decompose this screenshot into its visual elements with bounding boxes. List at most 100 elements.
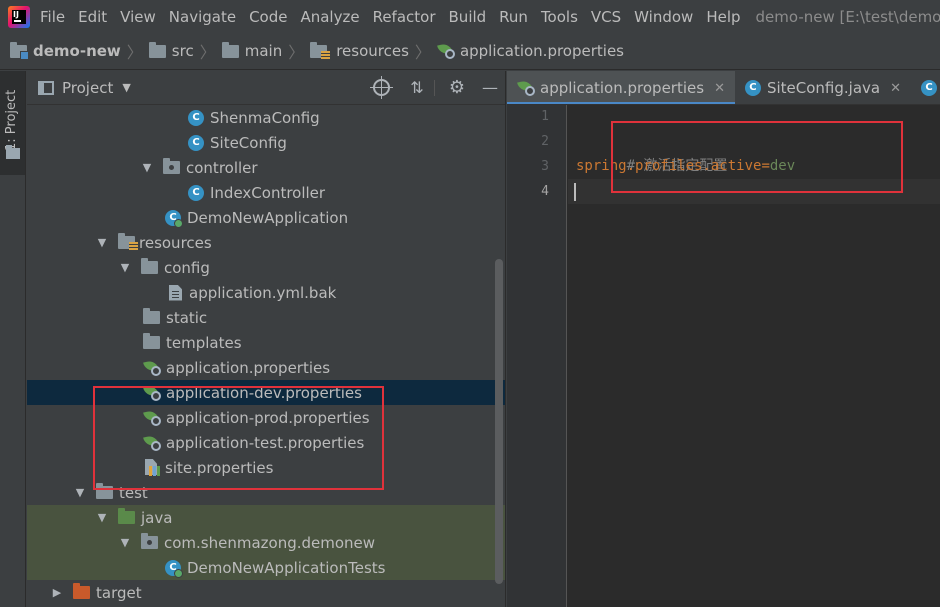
tree-item-label: SiteConfig [210, 133, 287, 152]
expand-arrow-icon[interactable]: ▼ [96, 236, 108, 249]
menu-analyze[interactable]: Analyze [300, 8, 359, 26]
breadcrumb-main-label: main [244, 42, 283, 60]
breadcrumb-main[interactable]: main [221, 41, 283, 60]
tree-item[interactable]: ▼ java [27, 505, 505, 530]
collapse-all-icon[interactable]: ⇅ [408, 79, 426, 97]
project-view-selector[interactable]: Project [62, 79, 113, 97]
expand-arrow-icon[interactable]: ▼ [119, 536, 131, 549]
spring-properties-icon [143, 434, 161, 451]
package-icon [141, 533, 158, 549]
project-tool-button[interactable]: 1: Project [0, 71, 25, 175]
expand-arrow-icon[interactable]: ▼ [74, 486, 86, 499]
tree-item[interactable]: ▼ com.shenmazong.demonew [27, 530, 505, 555]
header-divider [434, 80, 435, 96]
breadcrumb-resources-label: resources [336, 42, 409, 60]
window-title: demo-new [E:\test\demo-new] [755, 7, 940, 26]
tree-item-label: com.shenmazong.demonew [164, 533, 376, 552]
expand-arrow-icon[interactable]: ▼ [96, 511, 108, 524]
folder-icon [221, 41, 239, 58]
tree-item-label: IndexController [210, 183, 326, 202]
menu-file[interactable]: File [40, 8, 65, 26]
tree-item-label: DemoNewApplication [187, 208, 349, 227]
tree-item[interactable]: C DemoNewApplication [27, 205, 505, 230]
spring-properties-icon [143, 384, 161, 401]
menu-refactor[interactable]: Refactor [373, 8, 436, 26]
line-number-gutter: 1 2 3 4 [507, 105, 567, 607]
menu-tools[interactable]: Tools [541, 8, 578, 26]
expand-arrow-icon[interactable]: ▼ [119, 261, 131, 274]
tree-item[interactable]: application.yml.bak [27, 280, 505, 305]
tree-item[interactable]: ▶ target [27, 580, 505, 605]
folder-icon [143, 333, 160, 349]
tree-item-label: static [166, 308, 208, 327]
tree-item[interactable]: ▼ config [27, 255, 505, 280]
tree-item[interactable]: application-test.properties [27, 430, 505, 455]
tree-item-label: config [164, 258, 210, 277]
tree-item[interactable]: static [27, 305, 505, 330]
breadcrumb-separator: 〉 [126, 43, 143, 62]
tree-item-label: ShenmaConfig [210, 108, 320, 127]
menu-navigate[interactable]: Navigate [169, 8, 236, 26]
breadcrumb-file[interactable]: application.properties [437, 42, 624, 60]
menu-edit[interactable]: Edit [78, 8, 107, 26]
tree-item[interactable]: ▼ controller [27, 155, 505, 180]
tree-item[interactable]: site.properties [27, 455, 505, 480]
breadcrumb-src[interactable]: src [148, 41, 194, 60]
folder-icon [6, 145, 20, 159]
menu-build[interactable]: Build [449, 8, 487, 26]
close-icon[interactable]: ✕ [890, 81, 901, 96]
tree-item-label: resources [139, 233, 212, 252]
tree-item[interactable]: templates [27, 330, 505, 355]
menu-window[interactable]: Window [634, 8, 693, 26]
tree-item[interactable]: application.properties [27, 355, 505, 380]
code-editor[interactable]: # 激活指定配置 spring.profiles.active=dev [568, 105, 940, 607]
line-number: 1 [541, 109, 549, 124]
tree-item[interactable]: ▼ test [27, 480, 505, 505]
menu-vcs[interactable]: VCS [591, 8, 621, 26]
close-icon[interactable]: ✕ [714, 81, 725, 96]
tree-item[interactable]: application-prod.properties [27, 405, 505, 430]
tree-item[interactable]: C ShenmaConfig [27, 105, 505, 130]
tree-item[interactable]: ▼ resources [27, 230, 505, 255]
collapse-arrow-icon[interactable]: ▶ [51, 586, 63, 599]
code-line: # 激活指定配置 [576, 129, 728, 174]
tab-siteconfig-java[interactable]: C SiteConfig.java ✕ [735, 71, 911, 104]
minimize-icon[interactable]: — [481, 79, 499, 97]
tree-item-selected[interactable]: application-dev.properties [27, 380, 505, 405]
breadcrumb-resources[interactable]: resources [310, 41, 409, 60]
tree-item[interactable]: C IndexController [27, 180, 505, 205]
line-number: 2 [541, 134, 549, 149]
class-icon: C [188, 109, 204, 126]
dropdown-arrow-icon[interactable]: ▼ [122, 81, 130, 94]
vertical-scrollbar[interactable] [495, 259, 503, 584]
tab-overflow[interactable]: C [911, 71, 940, 104]
menu-run[interactable]: Run [499, 8, 528, 26]
tree-item-label: site.properties [165, 458, 274, 477]
menu-view[interactable]: View [120, 8, 156, 26]
resources-folder-icon [118, 233, 138, 251]
tab-application-properties[interactable]: application.properties ✕ [507, 71, 735, 104]
menu-help[interactable]: Help [706, 8, 740, 26]
property-key: spring.profiles.active [576, 158, 762, 174]
folder-icon [96, 483, 113, 499]
editor-area: application.properties ✕ C SiteConfig.ja… [507, 71, 940, 607]
folder-icon [148, 41, 166, 58]
project-tool-label: 1: Project [4, 89, 19, 151]
project-panel: Project ▼ ⇅ ⚙ — C ShenmaConfig C SiteCon… [27, 71, 506, 607]
menu-code[interactable]: Code [249, 8, 287, 26]
spring-boot-class-icon: C [165, 559, 183, 578]
project-panel-header: Project ▼ ⇅ ⚙ — [27, 71, 505, 105]
tree-item-label: application.yml.bak [189, 283, 337, 302]
excluded-folder-icon [73, 583, 90, 599]
panel-icon [38, 80, 54, 95]
locate-icon[interactable] [370, 76, 393, 99]
expand-arrow-icon[interactable]: ▼ [141, 161, 153, 174]
spring-properties-icon [517, 79, 535, 96]
tree-item[interactable]: C SiteConfig [27, 130, 505, 155]
gear-icon[interactable]: ⚙ [448, 79, 466, 97]
tree-item-label: DemoNewApplicationTests [187, 558, 386, 577]
tree-item[interactable]: C DemoNewApplicationTests [27, 555, 505, 580]
line-number: 4 [541, 184, 549, 199]
editor-tab-bar: application.properties ✕ C SiteConfig.ja… [507, 71, 940, 105]
breadcrumb-project[interactable]: demo-new [10, 41, 121, 60]
